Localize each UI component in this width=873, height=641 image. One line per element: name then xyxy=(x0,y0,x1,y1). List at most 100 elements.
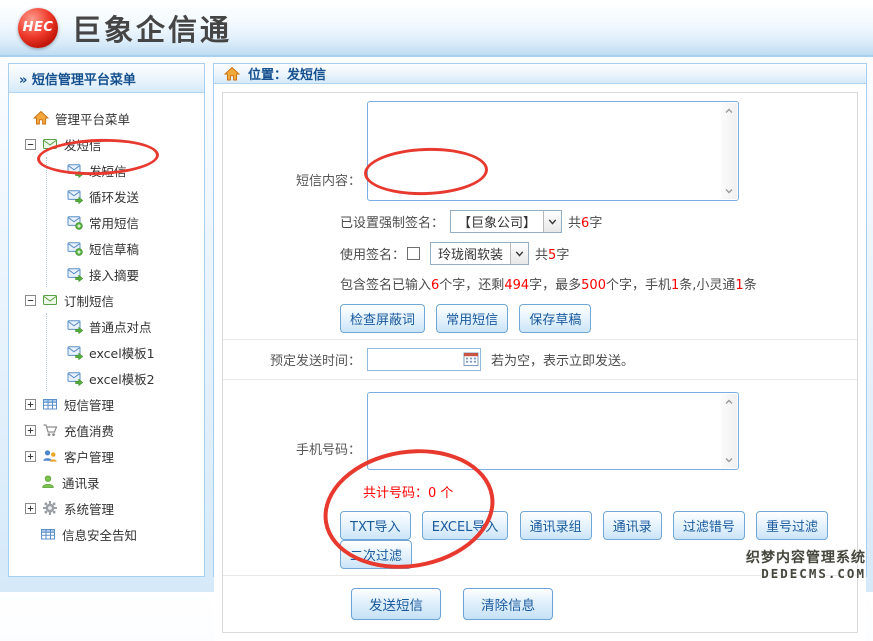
sidebar-item-system-manage[interactable]: 系统管理 xyxy=(19,495,200,521)
table-icon xyxy=(42,396,58,412)
chevron-down-icon[interactable] xyxy=(723,185,735,197)
schedule-label: 预定发送时间： xyxy=(231,350,361,369)
phone-label: 手机号码： xyxy=(231,439,361,458)
send-sms-button[interactable]: 发送短信 xyxy=(351,588,441,620)
custom-group-children: 普通点对点 excel模板1 excel模板2 xyxy=(46,313,200,391)
mail-send-icon xyxy=(67,344,83,360)
breadcrumb-bar: 位置：发短信 xyxy=(214,64,866,84)
expand-icon[interactable] xyxy=(25,503,36,514)
cart-icon xyxy=(42,422,58,438)
app-header: HEC 巨象企信通 xyxy=(0,0,873,57)
sidebar-item-send-sms[interactable]: 发短信 xyxy=(47,157,200,183)
sidebar-item-custom-group[interactable]: 订制短信 xyxy=(19,287,200,313)
check-blocked-words-button[interactable]: 检查屏蔽词 xyxy=(340,304,425,333)
sidebar-item-access-summary[interactable]: 接入摘要 xyxy=(47,261,200,287)
logo-text: HEC xyxy=(23,20,54,35)
sidebar-item-loop-send[interactable]: 循环发送 xyxy=(47,183,200,209)
schedule-field xyxy=(367,348,481,371)
watermark: 织梦内容管理系统 DEDECMS.COM xyxy=(746,551,866,581)
clear-info-button[interactable]: 清除信息 xyxy=(463,588,553,620)
use-signature-select[interactable]: 玲珑阁软装 xyxy=(430,242,529,265)
textarea-scrollbar[interactable] xyxy=(721,394,737,468)
chevron-up-icon[interactable] xyxy=(723,105,735,117)
footer-buttons-row: 发送短信 清除信息 xyxy=(223,576,857,632)
select-arrow-icon[interactable] xyxy=(510,243,528,264)
select-arrow-icon[interactable] xyxy=(543,211,561,232)
watermark-line1: 织梦内容管理系统 xyxy=(746,551,866,566)
contact-group-button[interactable]: 通讯录组 xyxy=(520,511,592,540)
sms-content-field xyxy=(367,101,739,201)
main-panel: 位置：发短信 短信内容： xyxy=(213,63,867,577)
hec-logo: HEC xyxy=(18,8,58,48)
save-draft-button[interactable]: 保存草稿 xyxy=(519,304,591,333)
mail-send-icon xyxy=(67,188,83,204)
app-title: 巨象企信通 xyxy=(72,7,232,49)
mail-add-icon xyxy=(67,240,83,256)
filter-wrong-number-button[interactable]: 过滤错号 xyxy=(673,511,745,540)
schedule-hint: 若为空，表示立即发送。 xyxy=(491,350,634,369)
chevron-up-icon[interactable] xyxy=(723,396,735,408)
sms-content-label: 短信内容： xyxy=(231,170,361,189)
person-icon xyxy=(40,474,56,490)
forced-signature-count: 共6字 xyxy=(568,212,602,231)
collapse-icon[interactable] xyxy=(25,295,36,306)
use-signature-checkbox[interactable] xyxy=(407,247,420,260)
sidebar-item-common-sms[interactable]: 常用短信 xyxy=(47,209,200,235)
expand-icon[interactable] xyxy=(25,425,36,436)
envelope-icon xyxy=(42,136,58,152)
gear-icon xyxy=(42,500,58,516)
home-icon xyxy=(224,66,240,82)
envelope-icon xyxy=(42,292,58,308)
users-icon xyxy=(42,448,58,464)
expand-icon[interactable] xyxy=(25,399,36,410)
sidebar-title: » 短信管理平台菜单 xyxy=(9,64,204,93)
sidebar-item-p2p[interactable]: 普通点对点 xyxy=(47,313,200,339)
use-signature-count: 共5字 xyxy=(535,244,569,263)
excel-import-button[interactable]: EXCEL导入 xyxy=(422,511,509,540)
filter-duplicate-button[interactable]: 重号过滤 xyxy=(756,511,828,540)
table-icon xyxy=(40,526,56,542)
mail-add-icon xyxy=(67,214,83,230)
sidebar-item-sms-manage[interactable]: 短信管理 xyxy=(19,391,200,417)
sms-content-textarea[interactable] xyxy=(368,102,720,200)
phone-section: 手机号码： 共计号码：0 个 TXT导入 EXCEL导入 xyxy=(223,380,857,576)
sms-content-section: 短信内容： 已设置强制签名： 【巨象公司】 xyxy=(223,93,857,340)
sidebar-item-root[interactable]: 管理平台菜单 xyxy=(19,105,200,131)
mail-send-icon xyxy=(67,318,83,334)
watermark-line2: DEDECMS.COM xyxy=(746,566,866,581)
forced-signature-label: 已设置强制签名： xyxy=(340,212,444,231)
sidebar-item-excel-tpl1[interactable]: excel模板1 xyxy=(47,339,200,365)
txt-import-button[interactable]: TXT导入 xyxy=(340,511,411,540)
send-group-children: 发短信 循环发送 常用短信 短信草稿 接入摘要 xyxy=(46,157,200,287)
common-sms-button[interactable]: 常用短信 xyxy=(436,304,508,333)
chevron-down-icon[interactable] xyxy=(723,454,735,466)
sidebar-item-security-notice[interactable]: 信息安全告知 xyxy=(19,521,200,547)
textarea-scrollbar[interactable] xyxy=(721,103,737,199)
sidebar-item-recharge[interactable]: 充值消费 xyxy=(19,417,200,443)
schedule-section: 预定发送时间： 若为空，表示立即发送。 xyxy=(223,340,857,380)
home-icon xyxy=(33,110,49,126)
expand-icon[interactable] xyxy=(25,451,36,462)
char-counter-line: 包含签名已输入6个字，还剩494字，最多500个字，手机1条,小灵通1条 xyxy=(340,274,847,293)
phone-field xyxy=(367,392,739,470)
mail-send-icon xyxy=(67,162,83,178)
sidebar-item-excel-tpl2[interactable]: excel模板2 xyxy=(47,365,200,391)
sidebar-tree: 管理平台菜单 发短信 发短信 循环发送 常用短信 xyxy=(9,93,204,547)
phone-numbers-textarea[interactable] xyxy=(368,393,720,469)
contacts-button[interactable]: 通讯录 xyxy=(603,511,662,540)
mail-send-icon xyxy=(67,266,83,282)
second-filter-button[interactable]: 二次过滤 xyxy=(340,540,412,569)
use-signature-row: 使用签名： 玲珑阁软装 共5字 xyxy=(340,242,847,265)
collapse-icon[interactable] xyxy=(25,139,36,150)
sidebar-item-sms-draft[interactable]: 短信草稿 xyxy=(47,235,200,261)
use-signature-label: 使用签名： xyxy=(340,244,405,263)
sidebar-item-customer-manage[interactable]: 客户管理 xyxy=(19,443,200,469)
content-buttons-row: 检查屏蔽词 常用短信 保存草稿 xyxy=(340,304,847,333)
phone-count-text: 共计号码：0 个 xyxy=(363,482,847,501)
sidebar-item-send-group[interactable]: 发短信 xyxy=(19,131,200,157)
forced-signature-select[interactable]: 【巨象公司】 xyxy=(450,210,562,233)
calendar-icon[interactable] xyxy=(463,351,479,367)
breadcrumb: 位置：发短信 xyxy=(248,64,326,83)
sidebar: » 短信管理平台菜单 管理平台菜单 发短信 发短信 循环发送 xyxy=(8,63,205,577)
sidebar-item-contacts[interactable]: 通讯录 xyxy=(19,469,200,495)
